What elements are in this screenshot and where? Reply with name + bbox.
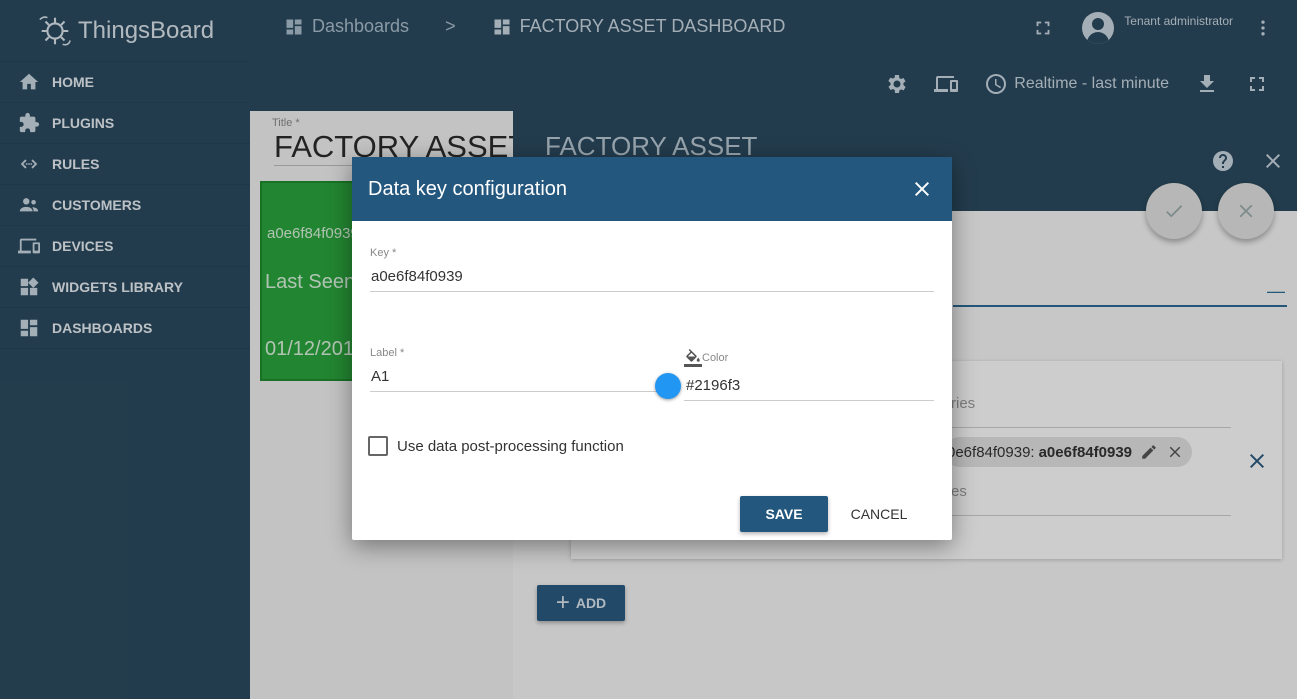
key-underline	[370, 291, 934, 292]
postprocessing-label[interactable]: Use data post-processing function	[397, 438, 624, 455]
postprocessing-checkbox[interactable]	[368, 436, 388, 456]
dialog-title: Data key configuration	[368, 177, 568, 200]
key-input[interactable]: a0e6f84f0939	[371, 268, 463, 285]
cancel-button[interactable]: CANCEL	[842, 496, 916, 532]
color-fill-icon	[684, 349, 702, 367]
color-underline	[684, 400, 934, 401]
label-underline	[370, 391, 662, 392]
color-input[interactable]: #2196f3	[686, 377, 740, 394]
key-field-label: Key *	[370, 247, 397, 259]
close-icon[interactable]	[910, 177, 934, 201]
label-input[interactable]: A1	[371, 368, 389, 385]
dialog-header: Data key configuration	[352, 157, 952, 221]
color-swatch[interactable]	[655, 373, 681, 399]
data-key-config-dialog: Data key configuration Key * a0e6f84f093…	[352, 157, 952, 540]
save-button[interactable]: SAVE	[740, 496, 828, 532]
label-field-label: Label *	[370, 347, 405, 359]
color-field-label: Color	[702, 352, 729, 364]
